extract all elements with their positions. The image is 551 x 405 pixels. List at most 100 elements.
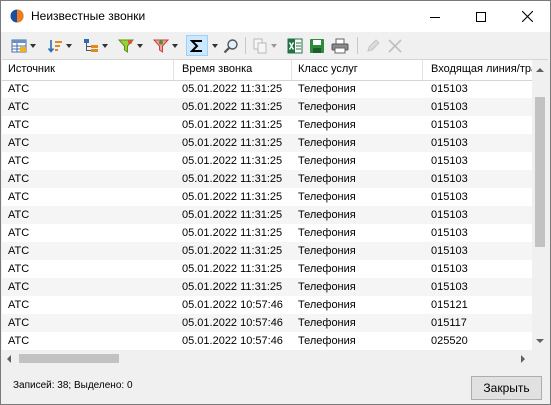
cell-service-class: Телефония [298,317,356,329]
vertical-scroll-thumb[interactable] [535,97,545,247]
cell-call-time: 05.01.2022 11:31:25 [182,101,283,113]
table-row[interactable]: АТС 05.01.2022 11:31:25 Телефония 015103 [2,206,532,224]
cell-call-time: 05.01.2022 11:31:25 [182,209,283,221]
close-window-button[interactable] [504,1,550,32]
cell-incoming-line: 015117 [431,317,467,329]
cell-call-time: 05.01.2022 10:57:46 [182,335,283,347]
minimize-button[interactable] [412,1,458,32]
cell-incoming-line: 015103 [431,281,468,293]
cell-source: АТС [8,299,30,311]
window-title: Неизвестные звонки [31,9,146,23]
cell-source: АТС [8,227,30,239]
scroll-down-arrow-icon[interactable] [536,339,544,343]
save-icon [309,38,325,54]
copy-button[interactable] [252,35,277,56]
cell-call-time: 05.01.2022 11:31:25 [182,137,283,149]
toolbar [1,32,550,59]
cell-incoming-line: 015103 [431,119,468,131]
chevron-down-icon [30,43,36,48]
table-row[interactable]: АТС 05.01.2022 11:31:25 Телефония 015103 [2,152,532,170]
cell-incoming-line: 015103 [431,191,468,203]
chevron-down-icon [172,43,178,48]
cell-incoming-line: 015103 [431,83,468,95]
scroll-up-arrow-icon[interactable] [536,68,544,72]
cell-service-class: Телефония [298,335,356,347]
grid-header: Источник Время звонка Класс услуг Входящ… [2,60,532,81]
filter-clear-button[interactable] [153,35,178,56]
table-row[interactable]: АТС 05.01.2022 11:31:25 Телефония 015103 [2,242,532,260]
print-icon [331,38,349,54]
search-button[interactable] [223,35,239,56]
maximize-button[interactable] [458,1,504,32]
table-row[interactable]: АТС 05.01.2022 10:57:46 Телефония 025520 [2,332,532,350]
status-text: Записей: 38; Выделено: 0 [13,380,133,391]
export-excel-button[interactable] [287,35,303,56]
table-row[interactable]: АТС 05.01.2022 11:31:25 Телефония 015103 [2,116,532,134]
cell-source: АТС [8,209,30,221]
chevron-down-icon [66,43,72,48]
copy-icon [252,38,268,54]
cell-call-time: 05.01.2022 10:57:46 [182,317,283,329]
column-header-source[interactable]: Источник [2,60,174,80]
cell-incoming-line: 015121 [431,299,468,311]
cell-source: АТС [8,137,30,149]
cell-incoming-line: 025520 [431,335,468,347]
title-bar: Неизвестные звонки [1,1,550,32]
print-button[interactable] [331,35,349,56]
table-row[interactable]: АТС 05.01.2022 11:31:25 Телефония 015103 [2,98,532,116]
toolbar-divider [357,37,358,54]
calls-grid: Источник Время звонка Класс услуг Входящ… [2,59,548,367]
cell-call-time: 05.01.2022 11:31:25 [182,83,283,95]
sort-button[interactable] [47,35,72,56]
cell-service-class: Телефония [298,137,356,149]
cell-call-time: 05.01.2022 11:31:25 [182,173,283,185]
toolbar-divider [245,37,246,54]
cell-incoming-line: 015103 [431,209,468,221]
table-row[interactable]: АТС 05.01.2022 11:31:25 Телефония 015103 [2,224,532,242]
column-header-service-class[interactable]: Класс услуг [292,60,423,80]
cell-service-class: Телефония [298,191,356,203]
edit-icon [365,38,381,54]
edit-button[interactable] [365,35,381,56]
filter-icon [118,38,134,54]
cell-call-time: 05.01.2022 11:31:25 [182,191,283,203]
table-row[interactable]: АТС 05.01.2022 10:57:46 Телефония 015117 [2,314,532,332]
filter-button[interactable] [118,35,143,56]
cell-source: АТС [8,263,30,275]
vertical-scrollbar[interactable] [532,60,548,350]
sum-dropdown[interactable] [209,35,218,56]
cell-service-class: Телефония [298,209,356,221]
delete-button[interactable] [387,35,403,56]
table-row[interactable]: АТС 05.01.2022 11:31:25 Телефония 015103 [2,260,532,278]
table-row[interactable]: АТС 05.01.2022 11:31:25 Телефония 015103 [2,278,532,296]
cell-call-time: 05.01.2022 11:31:25 [182,281,283,293]
cell-source: АТС [8,173,30,185]
cell-source: АТС [8,335,30,347]
cell-service-class: Телефония [298,227,356,239]
table-row[interactable]: АТС 05.01.2022 11:31:25 Телефония 015103 [2,188,532,206]
column-header-incoming-line[interactable]: Входящая линия/транк [423,60,532,80]
cell-call-time: 05.01.2022 11:31:25 [182,263,283,275]
save-button[interactable] [309,35,325,56]
horizontal-scroll-thumb[interactable] [19,354,119,363]
cell-source: АТС [8,83,30,95]
sum-icon [190,39,204,53]
scroll-right-arrow-icon[interactable] [521,355,525,363]
close-button[interactable]: Закрыть [471,376,542,400]
cell-incoming-line: 015103 [431,227,468,239]
cell-source: АТС [8,101,30,113]
group-tree-icon [83,38,99,54]
table-row[interactable]: АТС 05.01.2022 11:31:25 Телефония 015103 [2,134,532,152]
table-row[interactable]: АТС 05.01.2022 11:31:25 Телефония 015103 [2,170,532,188]
chevron-down-icon [102,43,108,48]
group-button[interactable] [83,35,108,56]
column-header-call-time[interactable]: Время звонка [174,60,292,80]
table-row[interactable]: АТС 05.01.2022 10:57:46 Телефония 015121 [2,296,532,314]
scroll-left-arrow-icon[interactable] [7,355,11,363]
sum-button[interactable] [186,35,208,56]
horizontal-scrollbar[interactable] [2,350,532,367]
table-view-button[interactable] [11,35,36,56]
cell-source: АТС [8,119,30,131]
cell-service-class: Телефония [298,173,356,185]
table-row[interactable]: АТС 05.01.2022 11:31:25 Телефония 015103 [2,80,532,98]
